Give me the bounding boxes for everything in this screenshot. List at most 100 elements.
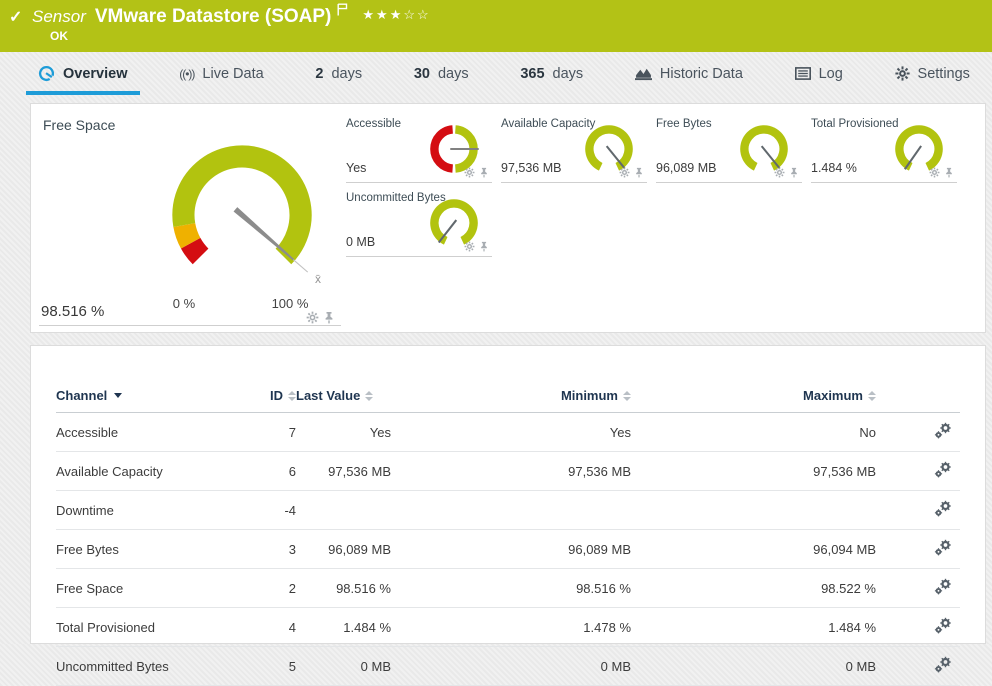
column-header-minimum[interactable]: Minimum	[391, 388, 631, 413]
gauge-tile-accessible[interactable]: Accessible Yes	[346, 116, 492, 183]
tile-icons	[929, 167, 954, 178]
column-header-channel[interactable]: Channel	[56, 388, 246, 413]
column-header-maximum[interactable]: Maximum	[631, 388, 876, 413]
last-value-cell: 1.484 %	[296, 608, 391, 647]
sensor-status-bar: ✓ Sensor VMware Datastore (SOAP) ★★★☆☆ O…	[0, 0, 992, 52]
pin-icon[interactable]	[789, 167, 799, 178]
table-row[interactable]: Uncommitted Bytes 5 0 MB 0 MB 0 MB	[56, 647, 960, 686]
channel-name-cell[interactable]: Available Capacity	[56, 452, 246, 491]
channel-settings-icon[interactable]	[934, 422, 952, 439]
gauge-value: 0 MB	[346, 235, 375, 249]
priority-stars[interactable]: ★★★☆☆	[362, 7, 430, 23]
tab-number: 365	[520, 66, 544, 82]
pin-icon[interactable]	[944, 167, 954, 178]
tab-label: Live Data	[202, 66, 263, 82]
gauge-needle	[762, 146, 780, 168]
gauge-tile-free-space[interactable]: Free Space x̄ 0 % 100 % 98.516 %	[31, 104, 343, 330]
channel-id-cell: 3	[246, 530, 296, 569]
table-row[interactable]: Available Capacity 6 97,536 MB 97,536 MB…	[56, 452, 960, 491]
column-header-id[interactable]: ID	[246, 388, 296, 413]
gear-icon[interactable]	[774, 167, 785, 178]
channel-id-cell: 7	[246, 413, 296, 452]
gear-icon[interactable]	[929, 167, 940, 178]
last-value-cell	[296, 491, 391, 530]
mean-marker: x̄	[315, 272, 321, 286]
channel-settings-icon[interactable]	[934, 539, 952, 556]
gauge-tile-total-provisioned[interactable]: Total Provisioned 1.484 %	[811, 116, 957, 183]
table-row[interactable]: Downtime -4	[56, 491, 960, 530]
tile-icons	[464, 241, 489, 252]
tab-live-data[interactable]: ((•)) Live Data	[167, 52, 275, 95]
column-header-last-value[interactable]: Last Value	[296, 388, 391, 413]
free-space-gauge	[147, 120, 337, 310]
channel-settings-icon[interactable]	[934, 617, 952, 634]
pin-icon[interactable]	[479, 167, 489, 178]
tab-2-days[interactable]: 2 days	[303, 52, 374, 95]
channel-name-cell[interactable]: Total Provisioned	[56, 608, 246, 647]
tab-overview[interactable]: Overview	[26, 52, 140, 95]
channel-name-cell[interactable]: Free Space	[56, 569, 246, 608]
minimum-cell: 1.478 %	[391, 608, 631, 647]
gear-icon	[895, 66, 910, 81]
status-badge: OK	[50, 29, 68, 43]
maximum-cell: 97,536 MB	[631, 452, 876, 491]
gauge-value: 96,089 MB	[656, 161, 716, 175]
channel-name-cell[interactable]: Free Bytes	[56, 530, 246, 569]
minimum-cell: Yes	[391, 413, 631, 452]
gauge-scale-max: 100 %	[264, 296, 316, 311]
favorite-flag-icon[interactable]	[337, 3, 348, 21]
tab-365-days[interactable]: 365 days	[508, 52, 595, 95]
minimum-cell: 0 MB	[391, 647, 631, 686]
tab-30-days[interactable]: 30 days	[402, 52, 481, 95]
gauge-needle	[607, 146, 625, 168]
pin-icon[interactable]	[634, 167, 644, 178]
maximum-cell: 96,094 MB	[631, 530, 876, 569]
gear-icon[interactable]	[464, 241, 475, 252]
channel-settings-icon[interactable]	[934, 461, 952, 478]
maximum-cell: 98.522 %	[631, 569, 876, 608]
gauge-tile-uncommitted-bytes[interactable]: Uncommitted Bytes 0 MB	[346, 190, 492, 257]
table-row[interactable]: Free Space 2 98.516 % 98.516 % 98.522 %	[56, 569, 960, 608]
table-row[interactable]: Free Bytes 3 96,089 MB 96,089 MB 96,094 …	[56, 530, 960, 569]
tab-label: days	[331, 66, 362, 82]
maximum-cell: 0 MB	[631, 647, 876, 686]
pin-icon[interactable]	[479, 241, 489, 252]
gauge-title: Free Bytes	[656, 118, 712, 130]
last-value-cell: 0 MB	[296, 647, 391, 686]
tab-label: days	[438, 66, 469, 82]
channel-id-cell: -4	[246, 491, 296, 530]
tile-icons	[619, 167, 644, 178]
tab-log[interactable]: Log	[783, 52, 855, 95]
gauge-tile-free-bytes[interactable]: Free Bytes 96,089 MB	[656, 116, 802, 183]
channel-name-cell[interactable]: Downtime	[56, 491, 246, 530]
tile-icons	[774, 167, 799, 178]
gear-icon[interactable]	[464, 167, 475, 178]
table-row[interactable]: Accessible 7 Yes Yes No	[56, 413, 960, 452]
maximum-cell: No	[631, 413, 876, 452]
gauge-title: Free Space	[43, 117, 115, 133]
gear-icon[interactable]	[619, 167, 630, 178]
gauge-title: Accessible	[346, 118, 401, 130]
channel-settings-icon[interactable]	[934, 578, 952, 595]
channel-settings-icon[interactable]	[934, 656, 952, 673]
page-title: VMware Datastore (SOAP)	[95, 6, 332, 28]
gauges-panel: Free Space x̄ 0 % 100 % 98.516 %	[30, 103, 986, 333]
gear-icon[interactable]	[306, 311, 319, 324]
historic-data-icon	[635, 66, 652, 81]
sort-desc-icon	[114, 393, 122, 398]
channel-name-cell[interactable]: Accessible	[56, 413, 246, 452]
tab-historic-data[interactable]: Historic Data	[623, 52, 755, 95]
tab-label: Overview	[63, 66, 128, 82]
channel-settings-icon[interactable]	[934, 500, 952, 517]
gauge-value: 98.516 %	[41, 303, 104, 320]
tab-number: 30	[414, 66, 430, 82]
gauge-tile-available-capacity[interactable]: Available Capacity 97,536 MB	[501, 116, 647, 183]
tab-label: Settings	[918, 66, 970, 82]
sort-icon	[288, 391, 296, 401]
channel-table-panel: Channel ID Last Value Minimum Maximum	[30, 345, 986, 644]
channel-name-cell[interactable]: Uncommitted Bytes	[56, 647, 246, 686]
pin-icon[interactable]	[323, 311, 335, 324]
tab-settings[interactable]: Settings	[883, 52, 982, 95]
tab-label: days	[553, 66, 584, 82]
table-row[interactable]: Total Provisioned 4 1.484 % 1.478 % 1.48…	[56, 608, 960, 647]
